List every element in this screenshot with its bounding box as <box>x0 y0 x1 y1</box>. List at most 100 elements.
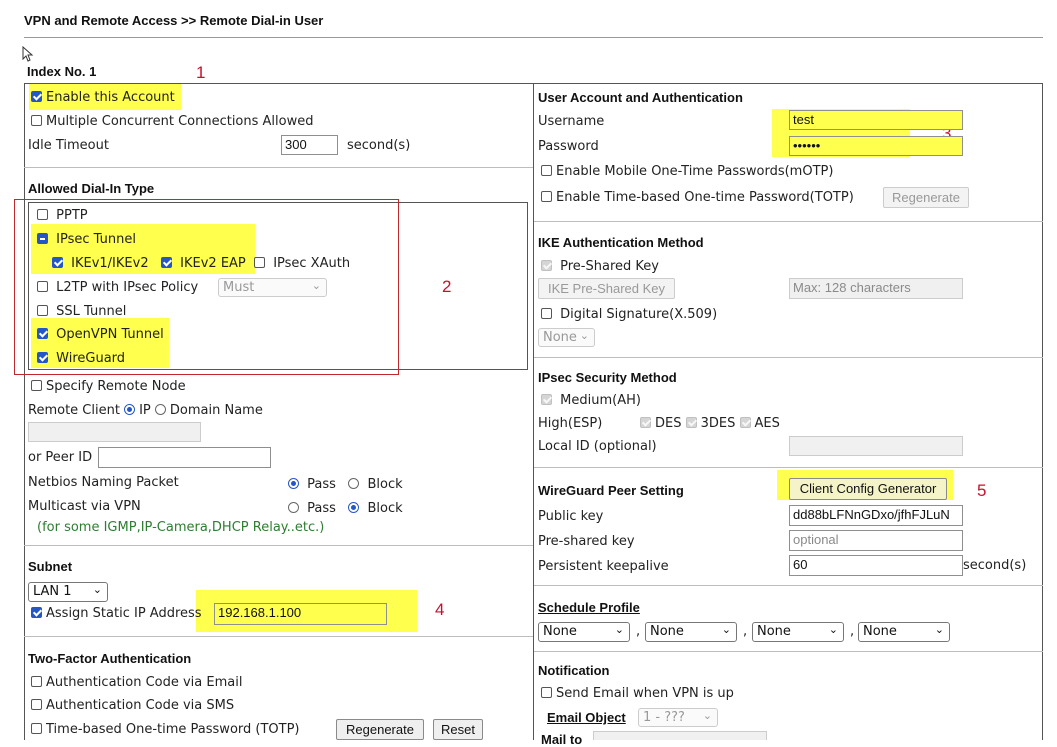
aes-checkbox[interactable] <box>739 417 751 428</box>
schedule-select-4[interactable]: None ⌄ <box>858 622 950 642</box>
totp-reset-button[interactable]: Reset <box>433 719 483 740</box>
annotation-4: 4 <box>435 600 445 619</box>
multicast-options: Pass Block <box>288 501 403 516</box>
public-key-input[interactable]: dd88bLFNnGDxo/jfhFJLuN <box>789 505 963 526</box>
totp-right-regenerate-button[interactable]: Regenerate <box>883 187 969 208</box>
auth-sms-checkbox[interactable] <box>31 699 42 710</box>
divider <box>24 636 533 637</box>
schedule-value-3: None <box>757 624 791 639</box>
schedule-select-3[interactable]: None ⌄ <box>752 622 844 642</box>
high-esp-label: High(ESP) <box>538 416 603 431</box>
medium-row[interactable]: Medium(AH) <box>541 393 641 408</box>
schedule-select-2[interactable]: None ⌄ <box>645 622 737 642</box>
ipsec-options-row: IKEv1/IKEv2 IKEv2 EAP IPsec XAuth <box>52 256 350 271</box>
totp-row[interactable]: Time-based One-time Password (TOTP) <box>31 722 300 737</box>
netbios-block-radio[interactable] <box>348 478 360 489</box>
ike-psk-button[interactable]: IKE Pre-Shared Key <box>538 278 675 299</box>
digital-sig-select[interactable]: None ⌄ <box>538 328 595 347</box>
local-id-input[interactable] <box>789 436 963 456</box>
totp-regenerate-button[interactable]: Regenerate <box>336 719 424 740</box>
remote-client-input[interactable] <box>28 422 201 442</box>
l2tp-row[interactable]: L2TP with IPsec Policy <box>37 280 198 295</box>
ikev2-eap-label: IKEv2 EAP <box>180 256 246 271</box>
multicast-block-label: Block <box>367 501 403 516</box>
enable-account-checkbox[interactable] <box>31 91 42 102</box>
openvpn-row[interactable]: OpenVPN Tunnel <box>37 327 164 342</box>
motp-row[interactable]: Enable Mobile One-Time Passwords(mOTP) <box>541 164 833 179</box>
public-key-label: Public key <box>538 509 604 524</box>
multiple-connections-row[interactable]: Multiple Concurrent Connections Allowed <box>31 114 313 129</box>
username-input[interactable]: test <box>789 110 963 130</box>
enable-account-row[interactable]: Enable this Account <box>31 90 175 105</box>
preshared-key-input[interactable]: optional <box>789 530 963 551</box>
pptp-row[interactable]: PPTP <box>37 208 88 223</box>
auth-sms-row[interactable]: Authentication Code via SMS <box>31 698 234 713</box>
multicast-block-radio[interactable] <box>348 502 360 513</box>
psk-checkbox[interactable] <box>541 260 552 271</box>
motp-checkbox[interactable] <box>541 165 552 176</box>
pptp-label: PPTP <box>56 208 88 223</box>
ikev2-eap-checkbox[interactable] <box>161 257 173 268</box>
pptp-checkbox[interactable] <box>37 209 48 220</box>
des-checkbox[interactable] <box>640 417 651 428</box>
totp-checkbox[interactable] <box>31 723 42 734</box>
l2tp-policy-value: Must <box>223 280 255 295</box>
send-email-checkbox[interactable] <box>541 687 552 698</box>
digital-sig-row[interactable]: Digital Signature(X.509) <box>541 307 717 322</box>
ssl-tunnel-checkbox[interactable] <box>37 305 48 316</box>
remote-client-ip-label: IP <box>139 403 151 418</box>
schedule-select-1[interactable]: None ⌄ <box>538 622 630 642</box>
psk-row[interactable]: Pre-Shared Key <box>541 259 659 274</box>
local-id-label: Local ID (optional) <box>538 439 657 454</box>
netbios-options: Pass Block <box>288 477 403 492</box>
subnet-select[interactable]: LAN 1 ⌄ <box>28 582 108 602</box>
openvpn-checkbox[interactable] <box>37 328 48 339</box>
divider <box>24 545 533 546</box>
email-object-link[interactable]: Email Object <box>547 710 626 725</box>
preshared-key-label: Pre-shared key <box>538 534 635 549</box>
email-object-select[interactable]: 1 - ??? ⌄ <box>638 708 718 727</box>
schedule-profile-link[interactable]: Schedule Profile <box>538 600 640 615</box>
remote-client-domain-radio[interactable] <box>154 404 166 415</box>
psk-input[interactable]: Max: 128 characters <box>789 278 963 299</box>
wireguard-row[interactable]: WireGuard <box>37 351 125 366</box>
chevron-down-icon: ⌄ <box>934 623 944 636</box>
multicast-pass-radio[interactable] <box>288 502 299 513</box>
l2tp-policy-select[interactable]: Must ⌄ <box>218 278 327 297</box>
keepalive-input[interactable]: 60 <box>789 555 963 576</box>
peer-id-input[interactable] <box>98 447 271 468</box>
static-ip-input[interactable]: 192.168.1.100 <box>214 603 387 625</box>
ikev1-checkbox[interactable] <box>52 257 63 268</box>
chevron-down-icon: ⌄ <box>721 623 731 636</box>
password-input[interactable]: •••••• <box>789 136 963 156</box>
mail-to-input[interactable] <box>593 731 767 740</box>
ipsec-tunnel-row[interactable]: IPsec Tunnel <box>37 232 136 247</box>
netbios-pass-radio[interactable] <box>288 478 299 489</box>
totp-right-row[interactable]: Enable Time-based One-time Password(TOTP… <box>541 190 854 205</box>
totp-right-checkbox[interactable] <box>541 191 552 202</box>
ipsec-tunnel-checkbox[interactable] <box>37 233 48 244</box>
multiple-connections-checkbox[interactable] <box>31 115 42 126</box>
specify-remote-checkbox[interactable] <box>31 380 42 391</box>
assign-static-checkbox[interactable] <box>31 607 42 618</box>
divider <box>534 585 1043 586</box>
l2tp-checkbox[interactable] <box>37 281 48 292</box>
assign-static-row[interactable]: Assign Static IP Address <box>31 606 202 621</box>
digital-sig-checkbox[interactable] <box>541 308 552 319</box>
ipsec-xauth-label: IPsec XAuth <box>273 256 351 271</box>
medium-checkbox[interactable] <box>541 394 552 405</box>
wireguard-checkbox[interactable] <box>37 352 48 363</box>
divider <box>534 651 1043 652</box>
auth-email-row[interactable]: Authentication Code via Email <box>31 675 242 690</box>
auth-email-checkbox[interactable] <box>31 676 42 687</box>
idle-timeout-input[interactable]: 300 <box>281 135 338 155</box>
specify-remote-row[interactable]: Specify Remote Node <box>31 379 186 394</box>
3des-checkbox[interactable] <box>685 417 697 428</box>
ssl-tunnel-row[interactable]: SSL Tunnel <box>37 304 126 319</box>
remote-client-ip-radio[interactable] <box>124 404 136 415</box>
client-config-generator-button[interactable]: Client Config Generator <box>789 478 947 500</box>
netbios-block-label: Block <box>367 477 403 492</box>
ipsec-xauth-checkbox[interactable] <box>254 257 266 268</box>
l2tp-label: L2TP with IPsec Policy <box>56 280 199 295</box>
send-email-row[interactable]: Send Email when VPN is up <box>541 686 734 701</box>
